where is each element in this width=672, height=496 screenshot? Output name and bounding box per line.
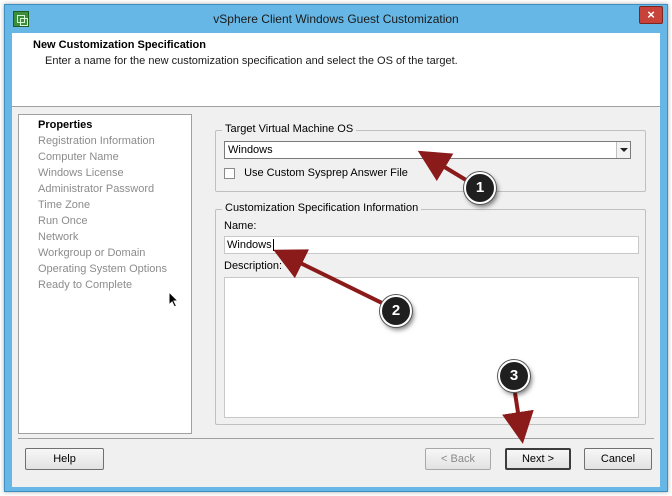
mouse-pointer-icon	[168, 291, 180, 308]
annotation-arrow-3	[502, 392, 534, 444]
annotation-badge-3: 3	[498, 360, 530, 392]
annotation-arrows	[273, 150, 534, 444]
annotation-badge-2: 2	[380, 295, 412, 327]
annotation-arrow-1	[417, 150, 468, 182]
annotation-badge-1: 1	[464, 172, 496, 204]
annotation-arrow-2	[273, 249, 385, 306]
